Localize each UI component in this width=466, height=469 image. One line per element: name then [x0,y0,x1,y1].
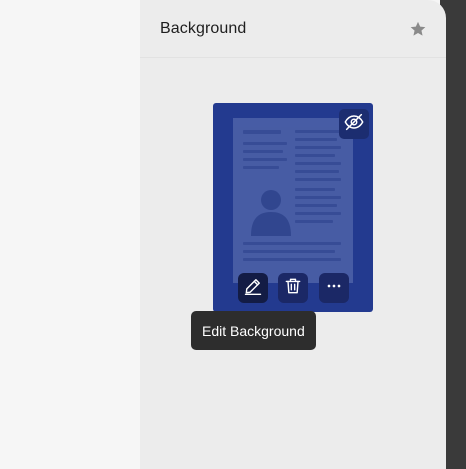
panel-header: Background [140,0,446,58]
doc-line [295,196,341,199]
doc-line [243,250,335,253]
person-image [247,186,293,236]
doc-line [295,138,337,141]
doc-line [295,178,341,181]
doc-line [295,170,339,173]
trash-icon [283,276,303,301]
doc-line [295,130,341,133]
edit-background-button[interactable] [238,273,268,303]
ellipsis-icon [324,276,344,301]
star-icon[interactable] [408,19,428,39]
pencil-icon [243,276,263,301]
doc-line [243,166,279,169]
doc-line [295,154,335,157]
doc-line [295,146,341,149]
background-panel: Background [140,0,446,469]
doc-line [243,142,287,145]
doc-line [243,242,341,245]
eye-off-icon [343,111,365,138]
doc-line [243,158,287,161]
doc-line [243,150,283,153]
hide-background-button[interactable] [339,109,369,139]
doc-line [295,188,335,191]
document-preview [233,118,353,283]
edit-background-tooltip: Edit Background [191,311,316,350]
canvas-area [0,0,140,469]
delete-background-button[interactable] [278,273,308,303]
doc-line [243,130,281,134]
app-window: Background Edit Background [0,0,466,469]
background-thumbnail[interactable] [213,103,373,312]
more-options-button[interactable] [319,273,349,303]
panel-title: Background [160,19,247,37]
doc-line [295,220,333,223]
doc-line [243,258,341,261]
doc-line [295,212,341,215]
doc-line [295,162,341,165]
tooltip-text: Edit Background [202,322,305,339]
doc-line [295,204,337,207]
